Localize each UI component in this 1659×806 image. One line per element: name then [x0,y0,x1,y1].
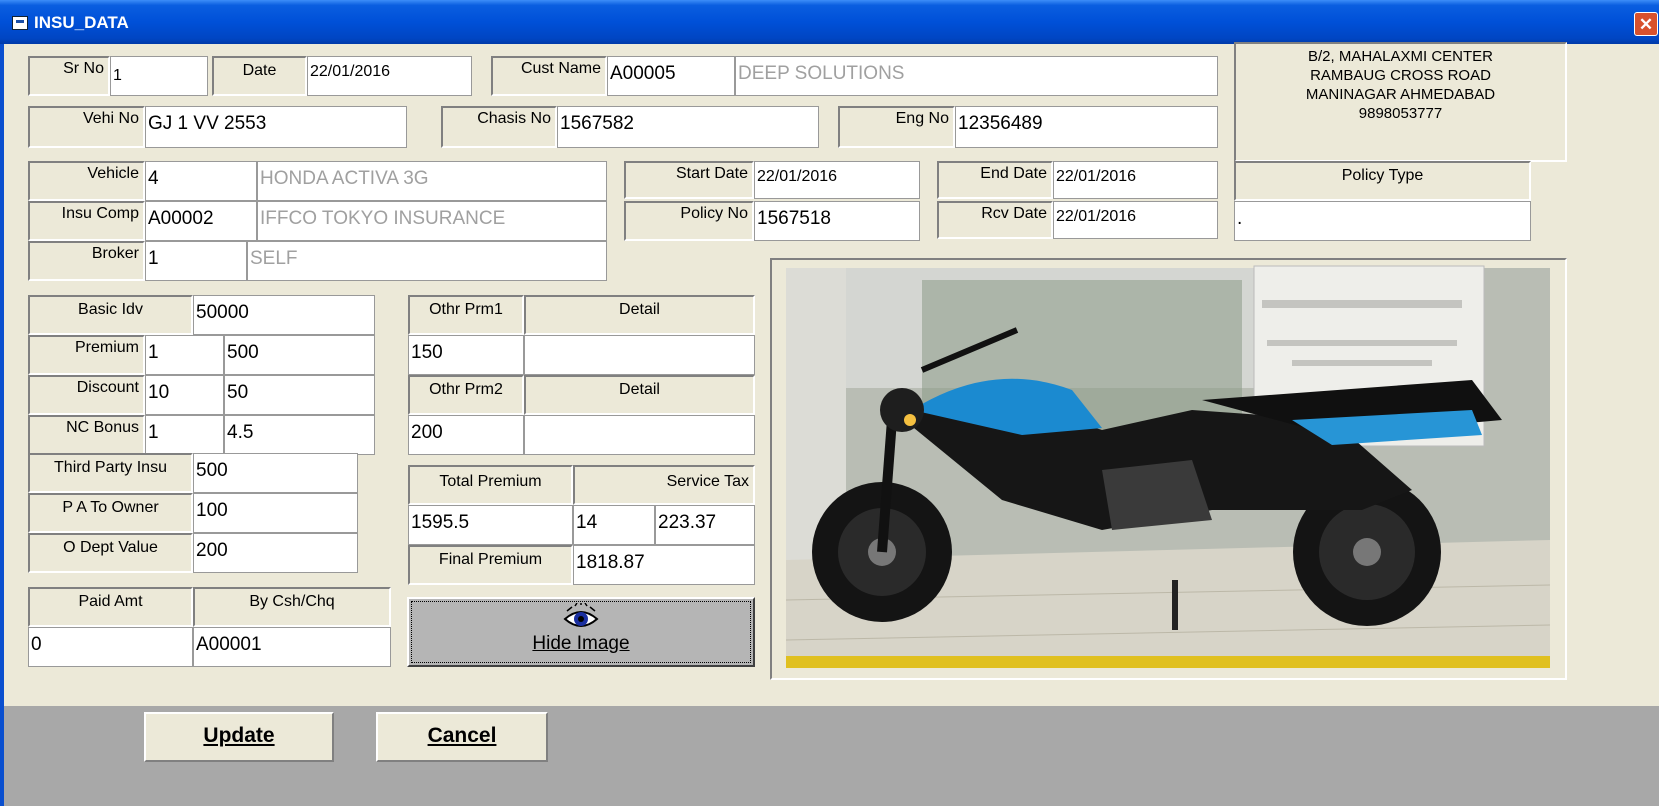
update-button[interactable]: Update [144,712,334,762]
o-dept-field[interactable]: 200 [193,533,358,573]
detail1-field[interactable] [524,335,755,375]
paid-amt-field[interactable]: 0 [28,627,193,667]
premium-amt-field[interactable]: 500 [224,335,375,375]
insu-comp-code-field[interactable]: A00002 [145,201,257,241]
vehicle-label: Vehicle [28,161,145,201]
customer-address: B/2, MAHALAXMI CENTER RAMBAUG CROSS ROAD… [1234,42,1567,162]
date-label: Date [212,56,307,96]
discount-amt-field[interactable]: 50 [224,375,375,415]
chasis-no-field[interactable]: 1567582 [557,106,819,148]
vehicle-code-field[interactable]: 4 [145,161,257,201]
rcv-date-label: Rcv Date [937,201,1053,239]
othr-prm1-label: Othr Prm1 [408,295,524,335]
policy-no-field[interactable]: 1567518 [754,201,920,241]
close-button[interactable]: ✕ [1634,12,1658,36]
othr-prm2-label: Othr Prm2 [408,375,524,415]
othr-prm1-field[interactable]: 150 [408,335,524,375]
policy-type-label: Policy Type [1234,161,1531,201]
vehicle-photo [785,265,1551,668]
third-party-label: Third Party Insu [28,453,193,493]
insu-comp-name-field[interactable]: IFFCO TOKYO INSURANCE [257,201,607,241]
nc-bonus-pct-field[interactable]: 1 [145,415,224,455]
policy-type-field[interactable]: . [1234,201,1531,241]
detail2-field[interactable] [524,415,755,455]
final-premium-label: Final Premium [408,545,573,585]
address-line-1: B/2, MAHALAXMI CENTER [1307,48,1494,65]
total-premium-field[interactable]: 1595.5 [408,505,573,545]
rcv-date-field[interactable]: 22/01/2016 [1053,201,1218,239]
start-date-label: Start Date [624,161,754,199]
broker-code-field[interactable]: 1 [145,241,247,281]
final-premium-field[interactable]: 1818.87 [573,545,755,585]
vehi-no-label: Vehi No [28,106,145,148]
broker-name-field[interactable]: SELF [247,241,607,281]
cust-code-field[interactable]: A00005 [607,56,735,96]
date-field[interactable]: 22/01/2016 [307,56,472,96]
vehi-no-field[interactable]: GJ 1 VV 2553 [145,106,407,148]
pa-owner-field[interactable]: 100 [193,493,358,533]
basic-idv-label: Basic Idv [28,295,193,335]
sr-no-label: Sr No [28,56,110,96]
end-date-field[interactable]: 22/01/2016 [1053,161,1218,199]
by-code-field[interactable]: A00001 [193,627,391,667]
cust-name-label: Cust Name [491,56,607,96]
chasis-no-label: Chasis No [441,106,557,148]
app-icon [12,16,28,30]
pa-owner-label: P A To Owner [28,493,193,533]
nc-bonus-label: NC Bonus [28,415,145,455]
by-csh-chq-label: By Csh/Chq [193,587,391,627]
hide-image-button[interactable]: Hide Image [407,597,755,667]
tax-amt-field[interactable]: 223.37 [655,505,755,545]
vehicle-image-panel [770,258,1567,680]
detail1-label: Detail [524,295,755,335]
cust-name-field[interactable]: DEEP SOLUTIONS [735,56,1218,96]
eye-icon [563,603,599,627]
premium-pct-field[interactable]: 1 [145,335,224,375]
sr-no-field[interactable]: 1 [110,56,208,96]
hide-image-label: Hide Image [532,633,630,654]
basic-idv-field[interactable]: 50000 [193,295,375,335]
address-line-2: RAMBAUG CROSS ROAD [1310,67,1491,84]
window-frame-left [0,44,4,806]
end-date-label: End Date [937,161,1053,199]
broker-label: Broker [28,241,145,281]
tax-pct-field[interactable]: 14 [573,505,655,545]
policy-no-label: Policy No [624,201,754,241]
total-premium-label: Total Premium [408,465,573,505]
eng-no-field[interactable]: 12356489 [955,106,1218,148]
cancel-button[interactable]: Cancel [376,712,548,762]
eng-no-label: Eng No [838,106,955,148]
address-line-3: MANINAGAR AHMEDABAD [1305,86,1496,103]
insu-comp-label: Insu Comp [28,201,145,241]
title-bar[interactable]: INSU_DATA ✕ [0,0,1659,44]
paid-amt-label: Paid Amt [28,587,193,627]
premium-label: Premium [28,335,145,375]
nc-bonus-amt-field[interactable]: 4.5 [224,415,375,455]
vehicle-name-field[interactable]: HONDA ACTIVA 3G [257,161,607,201]
window-title: INSU_DATA [34,13,129,32]
o-dept-label: O Dept Value [28,533,193,573]
detail2-label: Detail [524,375,755,415]
discount-label: Discount [28,375,145,415]
service-tax-label: Service Tax [573,465,755,505]
third-party-field[interactable]: 500 [193,453,358,493]
othr-prm2-field[interactable]: 200 [408,415,524,455]
discount-pct-field[interactable]: 10 [145,375,224,415]
address-phone: 9898053777 [1358,105,1443,122]
start-date-field[interactable]: 22/01/2016 [754,161,920,199]
